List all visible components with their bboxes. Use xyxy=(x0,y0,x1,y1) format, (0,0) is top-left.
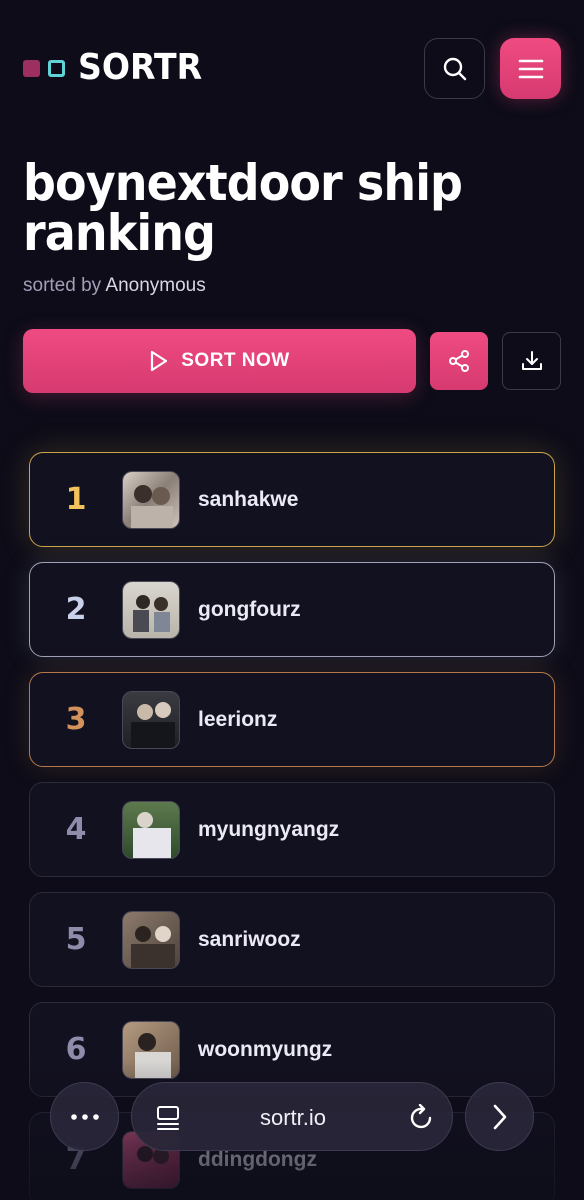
page-title: boynextdoor ship ranking xyxy=(23,154,463,262)
sort-now-label: SORT NOW xyxy=(181,350,290,371)
reload-icon[interactable] xyxy=(409,1104,435,1132)
rank-number: 5 xyxy=(65,922,87,957)
logo-text: SORTR xyxy=(78,47,203,88)
ship-thumbnail xyxy=(122,910,180,969)
ship-thumbnail xyxy=(122,800,180,859)
sorted-by-label: sorted by xyxy=(23,275,102,296)
play-icon xyxy=(151,350,168,372)
ranking-row[interactable]: 5 sanriwooz xyxy=(29,892,555,987)
ranking-row[interactable]: 4 myungnyangz xyxy=(29,782,555,877)
ranking-row[interactable]: 2 gongfourz xyxy=(29,562,555,657)
ship-name: myungnyangz xyxy=(198,817,340,841)
download-button[interactable] xyxy=(502,332,561,390)
page: SORTR boynextdoor ship ranking sorted by… xyxy=(0,0,584,1200)
ship-name: gongfourz xyxy=(198,597,301,621)
search-icon xyxy=(443,57,466,80)
menu-icon xyxy=(518,59,543,78)
forward-button[interactable] xyxy=(465,1082,534,1151)
share-button[interactable] xyxy=(430,332,488,390)
more-button[interactable] xyxy=(50,1082,119,1151)
ship-name: leerionz xyxy=(198,707,278,731)
logo[interactable]: SORTR xyxy=(23,50,213,86)
rank-number: 2 xyxy=(65,592,87,627)
search-button[interactable] xyxy=(424,38,485,99)
ranking-row[interactable]: 3 leerionz xyxy=(29,672,555,767)
share-icon xyxy=(449,350,469,372)
rank-number: 1 xyxy=(65,482,87,517)
logo-square-outline xyxy=(48,59,65,77)
address-bar[interactable]: sortr.io xyxy=(131,1082,453,1151)
ship-name: sanhakwe xyxy=(198,487,299,511)
ship-thumbnail xyxy=(122,470,180,529)
more-icon xyxy=(70,1113,99,1120)
ship-thumbnail xyxy=(122,690,180,749)
ship-thumbnail xyxy=(122,580,180,639)
author-name: Anonymous xyxy=(105,275,206,296)
sort-now-button[interactable]: SORT NOW xyxy=(23,329,416,393)
logo-square-filled xyxy=(23,59,40,77)
ranking-row[interactable]: 1 sanhakwe xyxy=(29,452,555,547)
menu-button[interactable] xyxy=(500,38,561,99)
url-text: sortr.io xyxy=(259,1105,327,1130)
ship-name: sanriwooz xyxy=(198,927,301,951)
rank-number: 3 xyxy=(65,702,87,737)
ship-name: woonmyungz xyxy=(198,1037,333,1061)
sorted-by: sorted by Anonymous xyxy=(23,275,206,297)
header: SORTR xyxy=(0,38,584,100)
chevron-right-icon xyxy=(493,1104,506,1129)
download-icon xyxy=(521,351,542,370)
rank-number: 4 xyxy=(65,812,87,847)
